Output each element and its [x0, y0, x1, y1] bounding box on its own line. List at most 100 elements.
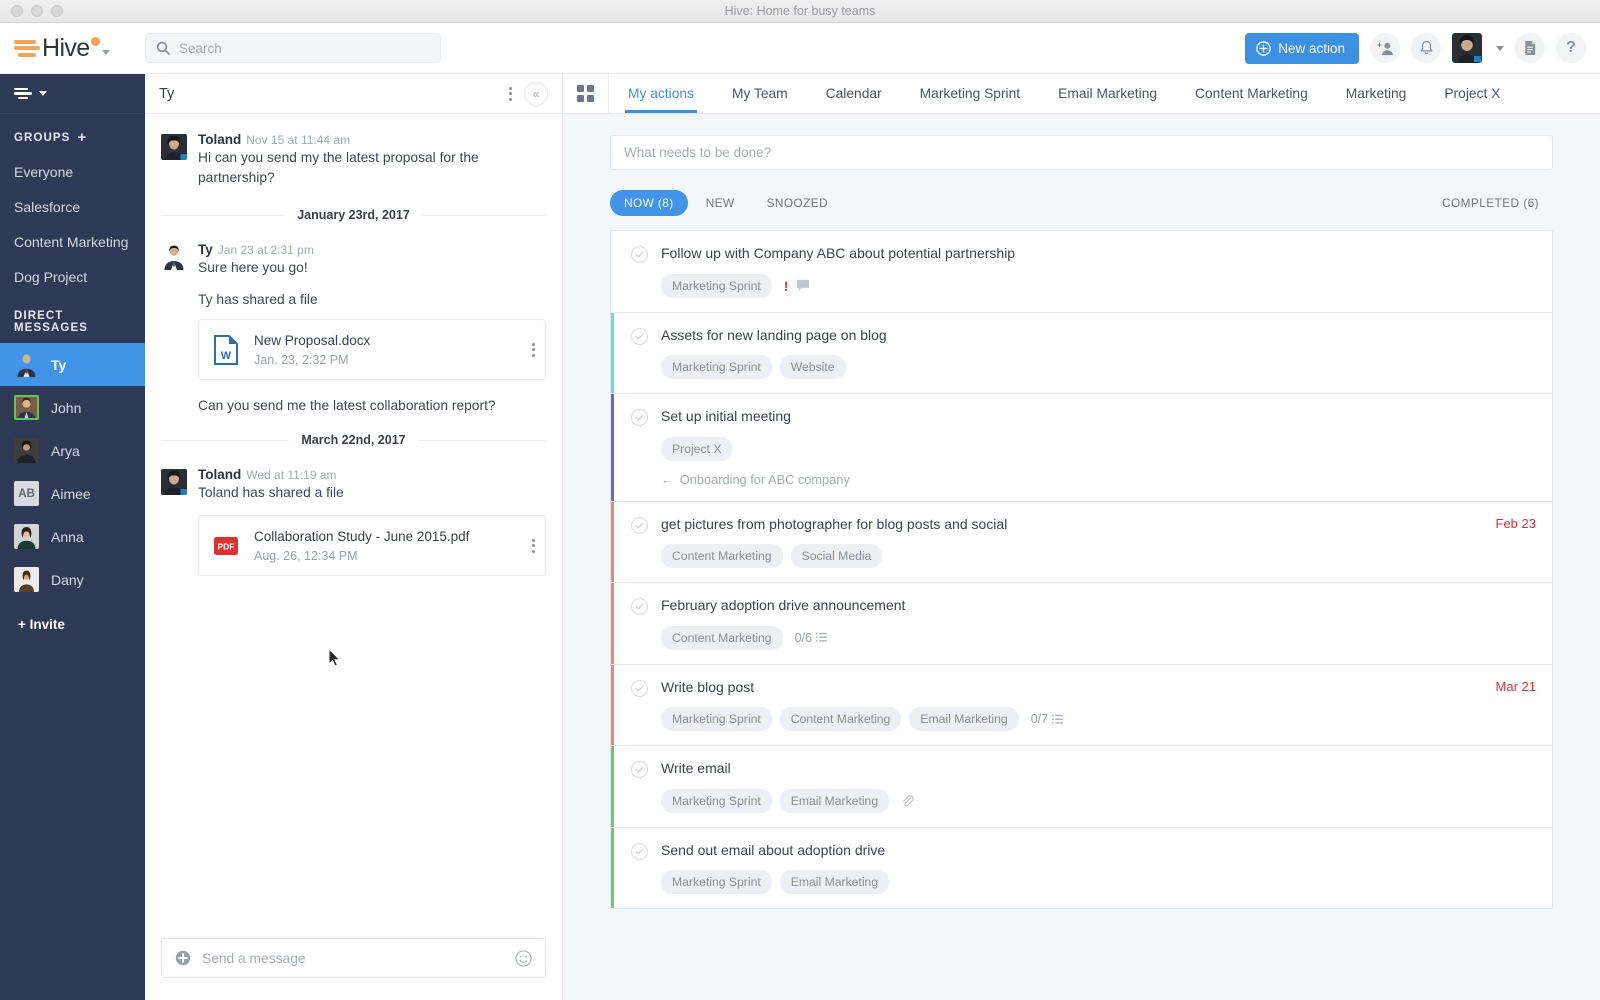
task-tag[interactable]: Project X	[661, 437, 732, 461]
sidebar-dm-aimee[interactable]: AB Aimee	[0, 472, 145, 515]
avatar	[14, 438, 39, 463]
notifications-button[interactable]	[1411, 33, 1441, 63]
hamburger-menu-icon	[14, 88, 32, 100]
task-complete-checkbox[interactable]	[631, 328, 648, 345]
sidebar-dm-arya[interactable]: Arya	[0, 429, 145, 472]
filter-now[interactable]: NOW (8)	[610, 190, 688, 216]
file-more-options-button[interactable]	[532, 343, 535, 357]
tab-marketing[interactable]: Marketing	[1327, 74, 1426, 113]
task-tag[interactable]: Marketing Sprint	[661, 355, 772, 379]
task-tags: Content Marketing 0/6	[661, 626, 1522, 650]
user-avatar[interactable]	[1452, 33, 1482, 63]
tab-calendar[interactable]: Calendar	[807, 74, 901, 113]
file-more-options-button[interactable]	[532, 539, 535, 553]
task-row[interactable]: Assets for new landing page on blog Mark…	[611, 313, 1552, 395]
tab-project-x[interactable]: Project X	[1425, 74, 1519, 113]
task-complete-checkbox[interactable]	[631, 517, 648, 534]
tab-my-team[interactable]: My Team	[713, 74, 807, 113]
sidebar-item-everyone[interactable]: Everyone	[0, 154, 145, 189]
filter-completed[interactable]: COMPLETED (6)	[1428, 190, 1553, 216]
sidebar-item-salesforce[interactable]: Salesforce	[0, 189, 145, 224]
task-tag[interactable]: Email Marketing	[780, 870, 889, 894]
sidebar-dm-dany[interactable]: Dany	[0, 558, 145, 601]
task-tag[interactable]: Content Marketing	[661, 544, 783, 568]
task-row[interactable]: Follow up with Company ABC about potenti…	[611, 231, 1552, 313]
chat-more-options-button[interactable]	[509, 87, 512, 101]
collapse-chat-button[interactable]: «	[524, 82, 548, 106]
help-button[interactable]: ?	[1556, 33, 1586, 63]
sidebar-dm-ty[interactable]: Ty	[0, 343, 145, 386]
new-task-input[interactable]: What needs to be done?	[610, 135, 1553, 170]
task-row[interactable]: Set up initial meeting Project X ← Onboa…	[611, 394, 1552, 502]
message-input[interactable]: Send a message	[161, 938, 546, 978]
documents-button[interactable]	[1515, 33, 1545, 63]
task-tag[interactable]: Content Marketing	[780, 707, 902, 731]
tab-my-actions[interactable]: My actions	[609, 74, 713, 113]
task-parent-link[interactable]: ← Onboarding for ABC company	[661, 472, 1522, 487]
filter-new[interactable]: NEW	[692, 190, 749, 216]
add-attachment-icon[interactable]	[175, 950, 191, 966]
tab-label: My Team	[732, 86, 788, 101]
task-tag[interactable]: Marketing Sprint	[661, 707, 772, 731]
chat-message: TyJan 23 at 2:31 pm Sure here you go! Ty…	[145, 238, 562, 413]
task-tag[interactable]: Marketing Sprint	[661, 789, 772, 813]
app-body: GROUPS + Everyone Salesforce Content Mar…	[0, 74, 1600, 1000]
task-tag[interactable]: Marketing Sprint	[661, 274, 772, 298]
task-complete-checkbox[interactable]	[631, 598, 648, 615]
sidebar-dm-label: Aimee	[51, 486, 91, 502]
sidebar-dm-label: Dany	[51, 572, 84, 588]
sidebar-dm-anna[interactable]: Anna	[0, 515, 145, 558]
task-row[interactable]: Write email Marketing Sprint Email Marke…	[611, 746, 1552, 828]
sidebar-menu-button[interactable]	[0, 74, 145, 114]
hive-logo[interactable]: Hive	[0, 34, 145, 63]
task-complete-checkbox[interactable]	[631, 680, 648, 697]
grid-view-button[interactable]	[563, 74, 609, 113]
new-action-button[interactable]: New action	[1245, 33, 1359, 64]
tab-marketing-sprint[interactable]: Marketing Sprint	[901, 74, 1039, 113]
add-person-icon	[1377, 41, 1394, 56]
task-tag[interactable]: Marketing Sprint	[661, 870, 772, 894]
file-attachment-card[interactable]: W New Proposal.docx Jan. 23, 2:32 PM	[198, 319, 546, 380]
user-menu-chevron-down-icon[interactable]	[1496, 46, 1504, 51]
tab-bar: My actions My Team Calendar Marketing Sp…	[563, 74, 1600, 114]
task-complete-checkbox[interactable]	[631, 409, 648, 426]
filter-snoozed[interactable]: SNOOZED	[753, 190, 842, 216]
chat-message: TolandWed at 11:19 am Toland has shared …	[145, 463, 562, 576]
task-complete-checkbox[interactable]	[631, 843, 648, 860]
task-tag[interactable]: Content Marketing	[661, 626, 783, 650]
checklist-icon	[1052, 714, 1063, 725]
invite-button[interactable]: + Invite	[0, 601, 145, 632]
message-input-placeholder: Send a message	[202, 951, 504, 966]
task-tag[interactable]: Social Media	[791, 544, 883, 568]
add-group-button[interactable]: +	[77, 130, 87, 145]
check-icon	[635, 332, 644, 341]
search-icon	[156, 41, 170, 55]
chevron-down-icon[interactable]	[102, 50, 110, 55]
header-actions: New action	[1245, 33, 1600, 64]
add-person-button[interactable]	[1370, 33, 1400, 63]
comment-icon	[796, 279, 810, 292]
task-list: Follow up with Company ABC about potenti…	[610, 230, 1553, 909]
tab-email-marketing[interactable]: Email Marketing	[1039, 74, 1176, 113]
sidebar-item-dog-project[interactable]: Dog Project	[0, 259, 145, 294]
sidebar-dm-john[interactable]: John	[0, 386, 145, 429]
task-title: Send out email about adoption drive	[661, 842, 1522, 860]
task-tag[interactable]: Website	[780, 355, 846, 379]
emoji-icon[interactable]	[515, 950, 532, 967]
task-row[interactable]: February adoption drive announcement Con…	[611, 583, 1552, 665]
task-complete-checkbox[interactable]	[631, 246, 648, 263]
task-tag[interactable]: Email Marketing	[909, 707, 1018, 731]
task-row[interactable]: Send out email about adoption drive Mark…	[611, 828, 1552, 909]
file-attachment-card[interactable]: PDF Collaboration Study - June 2015.pdf …	[198, 515, 546, 576]
tab-content-marketing[interactable]: Content Marketing	[1176, 74, 1327, 113]
task-row[interactable]: Write blog post Marketing Sprint Content…	[611, 665, 1552, 747]
sidebar-dm-label: Arya	[51, 443, 80, 459]
message-author: Ty	[198, 242, 213, 257]
search-input[interactable]: Search	[145, 33, 441, 63]
task-tag[interactable]: Email Marketing	[780, 789, 889, 813]
message-text: Sure here you go!	[198, 258, 546, 278]
sidebar-item-content-marketing[interactable]: Content Marketing	[0, 224, 145, 259]
task-row[interactable]: get pictures from photographer for blog …	[611, 502, 1552, 584]
task-complete-checkbox[interactable]	[631, 761, 648, 778]
task-title: Assets for new landing page on blog	[661, 327, 1522, 345]
